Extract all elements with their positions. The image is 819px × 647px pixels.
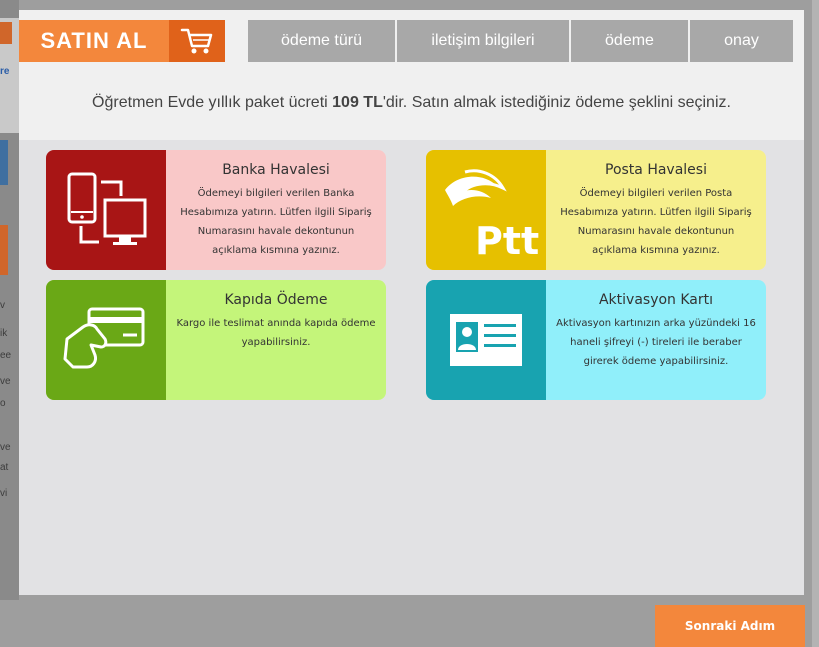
buy-title: SATIN AL — [40, 28, 148, 53]
step-odeme[interactable]: ödeme — [571, 20, 688, 62]
ptt-logo-icon: Ptt — [426, 150, 546, 270]
payment-title: Kapıda Ödeme — [224, 292, 328, 308]
payment-description: Kargo ile teslimat anında kapıda ödeme y… — [176, 318, 376, 348]
background-text: v — [0, 300, 5, 311]
background-block — [0, 225, 8, 275]
background-page: re v ik ee ve o ve at vi — [0, 0, 19, 600]
intro-price: 109 TL — [332, 94, 383, 111]
payment-option-posta-havalesi[interactable]: Ptt Posta Havalesi Ödemeyi bilgileri ver… — [426, 150, 766, 270]
buy-tag: SATIN AL — [19, 20, 225, 62]
payment-option-kapida-odeme[interactable]: Kapıda Ödeme Kargo ile teslimat anında k… — [46, 280, 386, 400]
background-block — [0, 140, 8, 185]
background-text: at — [0, 462, 9, 473]
background-text: o — [0, 398, 6, 409]
payment-title: Banka Havalesi — [222, 162, 330, 178]
payment-title: Posta Havalesi — [605, 162, 707, 178]
background-text: ik — [0, 328, 8, 339]
background-text: vi — [0, 488, 8, 499]
intro-before: Öğretmen Evde yıllık paket ücreti — [92, 94, 333, 111]
payment-option-aktivasyon-karti[interactable]: Aktivasyon Kartı Aktivasyon kartınızın a… — [426, 280, 766, 400]
intro-after: 'dir. Satın almak istediğiniz ödeme şekl… — [382, 94, 731, 111]
checkout-steps: ödeme türü iletişim bilgileri ödeme onay — [248, 20, 793, 62]
id-card-icon — [426, 280, 546, 400]
background-text: ee — [0, 350, 12, 361]
background-text: re — [0, 66, 10, 77]
step-iletisim-bilgileri[interactable]: iletişim bilgileri — [397, 20, 569, 62]
step-odeme-turu[interactable]: ödeme türü — [248, 20, 395, 62]
purchase-modal: SATIN AL ödeme türü iletişim bilgileri ö… — [19, 10, 804, 595]
window-scrollbar[interactable] — [812, 0, 819, 647]
background-text: ve — [0, 442, 11, 453]
payment-title: Aktivasyon Kartı — [598, 292, 714, 308]
payment-description: Ödemeyi bilgileri verilen Banka Hesabımı… — [180, 188, 372, 256]
payment-option-banka-havalesi[interactable]: Banka Havalesi Ödemeyi bilgileri verilen… — [46, 150, 386, 270]
background-text: ve — [0, 376, 11, 387]
modal-header-area: SATIN AL ödeme türü iletişim bilgileri ö… — [19, 10, 804, 140]
phone-monitor-icon — [46, 150, 166, 270]
hand-card-icon — [46, 280, 166, 400]
background-banner-accent — [0, 22, 12, 44]
next-step-button[interactable]: Sonraki Adım — [655, 605, 805, 647]
payment-description: Aktivasyon kartınızın arka yüzündeki 16 … — [556, 318, 756, 367]
payment-description: Ödemeyi bilgileri verilen Posta Hesabımı… — [560, 188, 752, 256]
step-onay[interactable]: onay — [690, 20, 793, 62]
ptt-logo-text: Ptt — [475, 219, 539, 260]
shopping-cart-icon — [169, 20, 225, 62]
intro-text: Öğretmen Evde yıllık paket ücreti 109 TL… — [19, 94, 804, 112]
